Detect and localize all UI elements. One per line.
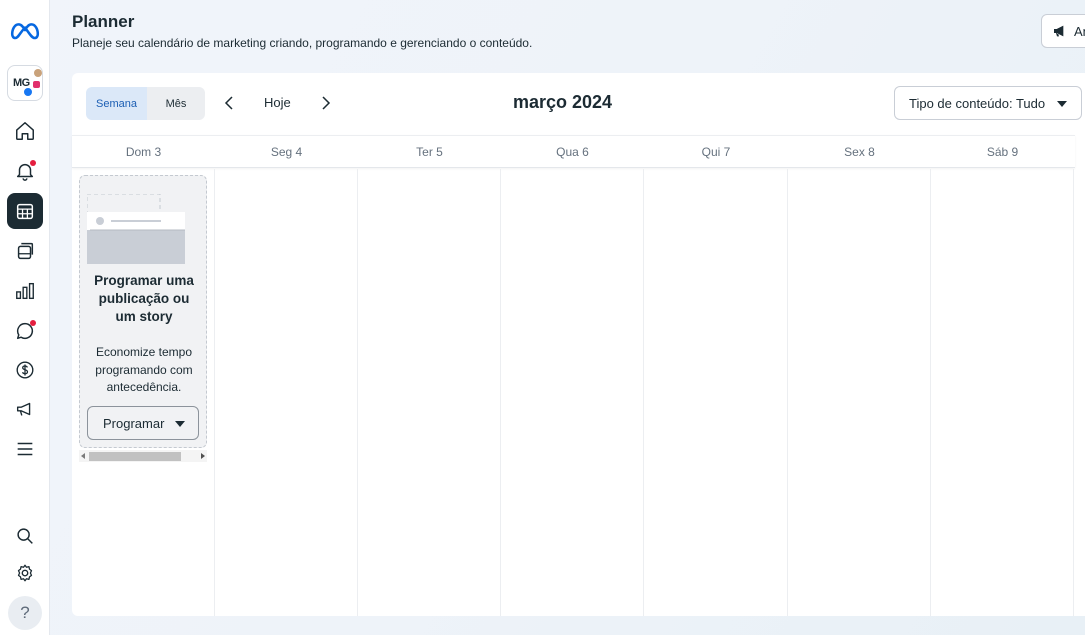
post-illustration-icon bbox=[87, 194, 185, 264]
caret-down-icon bbox=[175, 421, 185, 427]
chevron-right-icon bbox=[322, 96, 331, 110]
nav-inbox[interactable] bbox=[7, 313, 43, 349]
day-header: Sáb 9 bbox=[986, 144, 1019, 159]
day-header: Ter 5 bbox=[416, 144, 443, 159]
gear-icon bbox=[17, 564, 33, 582]
content-stack-icon bbox=[17, 242, 34, 260]
schedule-button[interactable]: Programar bbox=[87, 406, 199, 440]
week-grid: Programar uma publicação ou um story Eco… bbox=[72, 169, 1075, 616]
nav-insights[interactable] bbox=[7, 273, 43, 309]
nav-ads[interactable] bbox=[7, 391, 43, 427]
scroll-left-arrow-icon[interactable] bbox=[81, 453, 85, 459]
facebook-icon bbox=[23, 87, 33, 97]
search-icon bbox=[17, 528, 33, 544]
page-title: Planner bbox=[72, 12, 135, 31]
help-button[interactable]: ? bbox=[8, 596, 42, 630]
notification-badge bbox=[30, 160, 36, 166]
advertise-button-label: An bbox=[1074, 23, 1085, 39]
day-column[interactable] bbox=[788, 169, 931, 616]
account-avatar[interactable]: MG bbox=[7, 65, 43, 101]
nav-content[interactable] bbox=[7, 233, 43, 269]
next-week-button[interactable] bbox=[316, 93, 336, 113]
day-header: Dom 3 bbox=[125, 144, 162, 159]
day-column[interactable] bbox=[358, 169, 501, 616]
today-button[interactable]: Hoje bbox=[264, 95, 291, 110]
left-nav-rail: MG ? bbox=[0, 0, 50, 635]
nav-notifications[interactable] bbox=[7, 153, 43, 189]
scrollbar-thumb[interactable] bbox=[89, 452, 181, 461]
nav-planner[interactable] bbox=[7, 193, 43, 229]
home-icon bbox=[16, 122, 34, 140]
day-column[interactable]: Programar uma publicação ou um story Eco… bbox=[72, 169, 215, 616]
megaphone-icon bbox=[1054, 25, 1064, 37]
instagram-icon bbox=[32, 80, 41, 89]
day-header-row: Dom 3 Seg 4 Ter 5 Qua 6 Qui 7 Sex 8 Sáb … bbox=[72, 135, 1075, 168]
day-header: Seg 4 bbox=[270, 144, 303, 159]
schedule-button-label: Programar bbox=[103, 415, 165, 431]
nav-home[interactable] bbox=[7, 113, 43, 149]
chevron-left-icon bbox=[224, 96, 233, 110]
caret-down-icon bbox=[1057, 101, 1067, 107]
day-column[interactable] bbox=[931, 169, 1074, 616]
bar-chart-icon bbox=[16, 282, 34, 300]
profile-photo-icon bbox=[34, 69, 42, 77]
advertise-button[interactable]: An bbox=[1041, 14, 1085, 48]
scroll-right-arrow-icon[interactable] bbox=[201, 453, 205, 459]
calendar-icon bbox=[16, 203, 34, 220]
view-week-button[interactable]: Semana bbox=[86, 87, 147, 120]
nav-monetization[interactable] bbox=[7, 352, 43, 388]
view-toggle: Semana Mês bbox=[86, 87, 205, 120]
meta-logo-icon[interactable] bbox=[9, 17, 41, 43]
nav-menu[interactable] bbox=[7, 431, 43, 467]
day-header: Qua 6 bbox=[556, 144, 589, 159]
horizontal-scrollbar[interactable] bbox=[79, 450, 207, 462]
schedule-empty-state: Programar uma publicação ou um story Eco… bbox=[79, 175, 207, 448]
dollar-icon bbox=[16, 361, 34, 379]
nav-search[interactable] bbox=[7, 518, 43, 554]
current-period-title: março 2024 bbox=[513, 92, 613, 112]
day-column[interactable] bbox=[644, 169, 788, 616]
empty-state-title: Programar uma publicação ou um story bbox=[94, 273, 194, 324]
megaphone-icon bbox=[16, 402, 31, 416]
nav-settings[interactable] bbox=[7, 555, 43, 591]
menu-icon bbox=[17, 442, 33, 456]
content-type-filter[interactable]: Tipo de conteúdo: Tudo bbox=[894, 86, 1082, 120]
empty-state-description: Economize tempo programando com antecedê… bbox=[95, 345, 193, 394]
content-type-filter-label: Tipo de conteúdo: Tudo bbox=[909, 95, 1046, 111]
view-month-button[interactable]: Mês bbox=[147, 87, 205, 120]
previous-week-button[interactable] bbox=[219, 93, 239, 113]
day-column[interactable] bbox=[215, 169, 358, 616]
day-header: Qui 7 bbox=[701, 144, 731, 159]
inbox-badge bbox=[30, 320, 36, 326]
help-icon: ? bbox=[20, 603, 30, 622]
day-column[interactable] bbox=[501, 169, 644, 616]
day-header: Sex 8 bbox=[844, 144, 875, 159]
page-subtitle: Planeje seu calendário de marketing cria… bbox=[72, 36, 533, 50]
planner-calendar: Semana Mês Hoje março 2024 Tipo de conte… bbox=[72, 73, 1085, 616]
